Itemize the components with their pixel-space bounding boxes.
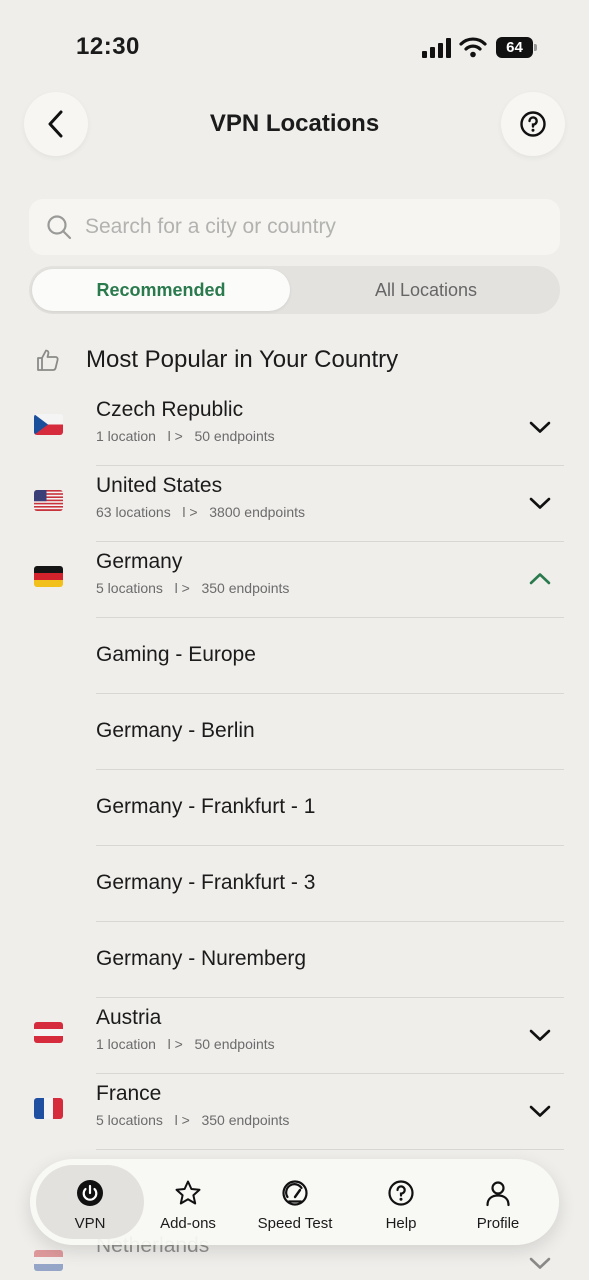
sublocation-label: Germany - Frankfurt - 3 [96,871,316,894]
tab-label: Speed Test [257,1215,333,1232]
status-bar: 12:30 64 [0,0,589,80]
sublocation-row[interactable]: Germany - Frankfurt - 3 [0,846,589,922]
germany-flag-icon [34,566,63,587]
cellular-signal-icon [422,38,451,58]
country-meta: 63 locations l > 3800 endpoints [96,504,306,520]
status-time: 12:30 [76,33,140,60]
tab-label: VPN [74,1215,106,1232]
search-bar [29,199,560,255]
netherlands-flag-icon [34,1250,63,1271]
location-filter-segment: Recommended All Locations [29,266,560,314]
country-name: France [96,1082,162,1105]
country-row-austria[interactable]: Austria 1 location l > 50 endpoints [0,998,589,1074]
country-meta: 1 location l > 50 endpoints [96,428,275,444]
search-input[interactable] [85,199,545,255]
tab-label: Add-ons [160,1215,216,1232]
country-meta: 1 location l > 50 endpoints [96,1036,275,1052]
sublocation-label: Germany - Nuremberg [96,947,307,970]
section-header: Most Popular in Your Country [0,338,589,382]
chevron-down-icon[interactable] [525,412,555,442]
header: VPN Locations [0,90,589,160]
star-icon [175,1180,201,1205]
power-icon [77,1180,103,1206]
tab-profile[interactable]: Profile [452,1159,544,1245]
tab-speed-test[interactable]: Speed Test [240,1159,350,1245]
country-row-france[interactable]: France 5 locations l > 350 endpoints [0,1074,589,1150]
user-icon [486,1181,510,1207]
tab-label: Profile [476,1215,520,1232]
help-button[interactable] [501,92,565,156]
tab-recommended[interactable]: Recommended [32,269,290,311]
country-row-united-states[interactable]: United States 63 locations l > 3800 endp… [0,466,589,542]
battery-level: 64 [496,37,533,58]
question-circle-icon [388,1180,414,1206]
tab-help[interactable]: Help [356,1159,446,1245]
section-title: Most Popular in Your Country [86,346,399,373]
sublocation-row[interactable]: Germany - Nuremberg [0,922,589,998]
sublocation-row[interactable]: Germany - Berlin [0,694,589,770]
chevron-down-icon[interactable] [525,1248,555,1278]
sublocation-label: Germany - Berlin [96,719,255,742]
country-name: Austria [96,1006,162,1029]
question-circle-icon [520,111,546,137]
country-name: Czech Republic [96,398,244,421]
search-icon [47,215,72,240]
country-row-czech-republic[interactable]: Czech Republic 1 location l > 50 endpoin… [0,390,589,466]
tab-all-locations[interactable]: All Locations [295,269,557,311]
us-flag-icon [34,490,63,511]
austria-flag-icon [34,1022,63,1043]
country-meta: 5 locations l > 350 endpoints [96,580,290,596]
tab-vpn[interactable]: VPN [36,1159,144,1245]
country-row-germany[interactable]: Germany 5 locations l > 350 endpoints [0,542,589,618]
bottom-tab-bar: VPN Add-ons Speed Test Help Profile [30,1159,559,1245]
chevron-up-icon[interactable] [525,564,555,594]
sublocation-label: Germany - Frankfurt - 1 [96,795,316,818]
thumbs-up-icon [37,349,59,371]
sublocation-label: Gaming - Europe [96,643,256,666]
france-flag-icon [34,1098,63,1119]
divider [96,1149,564,1150]
tab-addons[interactable]: Add-ons [144,1159,232,1245]
tab-label: Help [385,1215,417,1232]
country-name: Germany [96,550,183,573]
chevron-down-icon[interactable] [525,1020,555,1050]
country-name: United States [96,474,223,497]
chevron-down-icon[interactable] [525,1096,555,1126]
czech-flag-icon [34,414,63,435]
sublocation-row[interactable]: Gaming - Europe [0,618,589,694]
sublocation-row[interactable]: Germany - Frankfurt - 1 [0,770,589,846]
country-meta: 5 locations l > 350 endpoints [96,1112,290,1128]
speedometer-icon [282,1180,308,1206]
wifi-icon [459,37,487,58]
chevron-down-icon[interactable] [525,488,555,518]
battery-icon: 64 [496,37,538,58]
